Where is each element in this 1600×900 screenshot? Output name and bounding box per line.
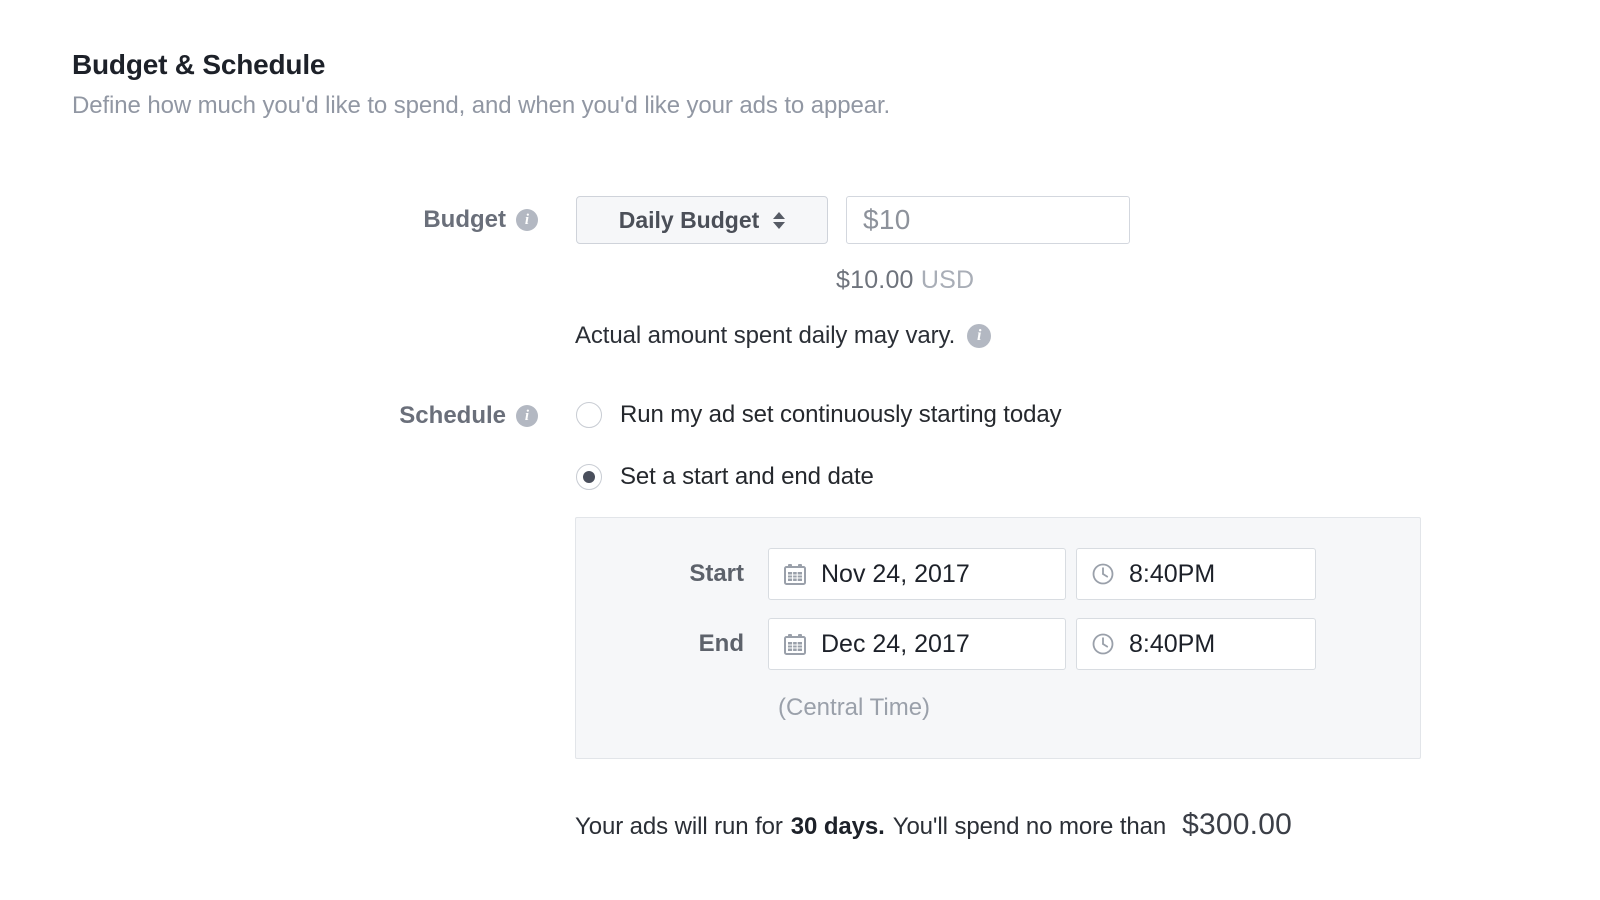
start-time-field[interactable]: 8:40PM [1076, 548, 1316, 600]
start-label: Start [689, 560, 744, 587]
info-icon[interactable]: i [516, 209, 538, 231]
budget-label: Budget [423, 206, 506, 233]
calendar-icon [784, 634, 806, 655]
date-range-panel: Start Nov 24, 2017 8:40PM End Dec 24, 20… [575, 517, 1421, 759]
schedule-label: Schedule [399, 402, 506, 429]
schedule-option-continuous-label: Run my ad set continuously starting toda… [620, 401, 1062, 428]
budget-row: Budget i Daily Budget $10 [398, 196, 1130, 244]
start-time-value: 8:40PM [1129, 559, 1216, 588]
budget-formatted-amount: $10.00 USD [836, 266, 974, 295]
chevron-updown-icon [773, 211, 786, 229]
budget-type-select[interactable]: Daily Budget [576, 196, 828, 244]
start-date-value: Nov 24, 2017 [821, 559, 970, 588]
schedule-option-continuous[interactable]: Run my ad set continuously starting toda… [576, 398, 1062, 432]
page-subtitle: Define how much you'd like to spend, and… [72, 91, 891, 119]
summary-total: $300.00 [1182, 808, 1292, 841]
info-icon[interactable]: i [967, 324, 992, 348]
end-date-field[interactable]: Dec 24, 2017 [768, 618, 1066, 670]
budget-type-value: Daily Budget [618, 206, 760, 233]
budget-controls: Daily Budget $10 [576, 196, 1130, 244]
summary-middle: You'll spend no more than [892, 813, 1167, 840]
clock-icon [1092, 633, 1114, 655]
radio-selected-icon[interactable] [576, 464, 602, 490]
budget-amount-input[interactable]: $10 [846, 196, 1130, 244]
budget-currency: USD [920, 266, 975, 294]
budget-amount-value: $10 [863, 204, 911, 235]
summary-prefix: Your ads will run for [575, 813, 783, 840]
budget-amount-formatted: $10.00 [836, 266, 914, 294]
end-label: End [698, 630, 744, 657]
schedule-label-group: Schedule i [370, 398, 538, 430]
clock-icon [1092, 563, 1114, 585]
start-date-field[interactable]: Nov 24, 2017 [768, 548, 1066, 600]
schedule-row: Schedule i Run my ad set continuously st… [370, 398, 1062, 494]
budget-note-text: Actual amount spent daily may vary. [575, 322, 956, 349]
schedule-option-date-range-label: Set a start and end date [620, 463, 874, 490]
budget-schedule-page: Budget & Schedule Define how much you'd … [0, 0, 1600, 900]
end-date-value: Dec 24, 2017 [821, 629, 970, 658]
budget-label-group: Budget i [398, 196, 538, 234]
page-title: Budget & Schedule [72, 49, 326, 80]
calendar-icon [784, 564, 806, 585]
summary-duration: 30 days. [790, 813, 885, 840]
schedule-option-date-range[interactable]: Set a start and end date [576, 460, 1061, 494]
info-icon[interactable]: i [516, 405, 538, 427]
end-date-row: End Dec 24, 2017 8:40PM [576, 618, 1420, 670]
start-date-row: Start Nov 24, 2017 8:40PM [576, 548, 1420, 600]
date-rows: Start Nov 24, 2017 8:40PM End Dec 24, 20… [576, 548, 1420, 688]
schedule-radio-group: Run my ad set continuously starting toda… [576, 398, 1062, 494]
section-header: Budget & Schedule Define how much you'd … [72, 48, 890, 121]
end-time-value: 8:40PM [1129, 629, 1216, 658]
budget-note: Actual amount spent daily may vary. i [575, 322, 992, 350]
radio-icon[interactable] [576, 402, 602, 428]
end-time-field[interactable]: 8:40PM [1076, 618, 1316, 670]
timezone-note: (Central Time) [778, 694, 931, 721]
spend-summary: Your ads will run for 30 days. You'll sp… [575, 808, 1292, 842]
